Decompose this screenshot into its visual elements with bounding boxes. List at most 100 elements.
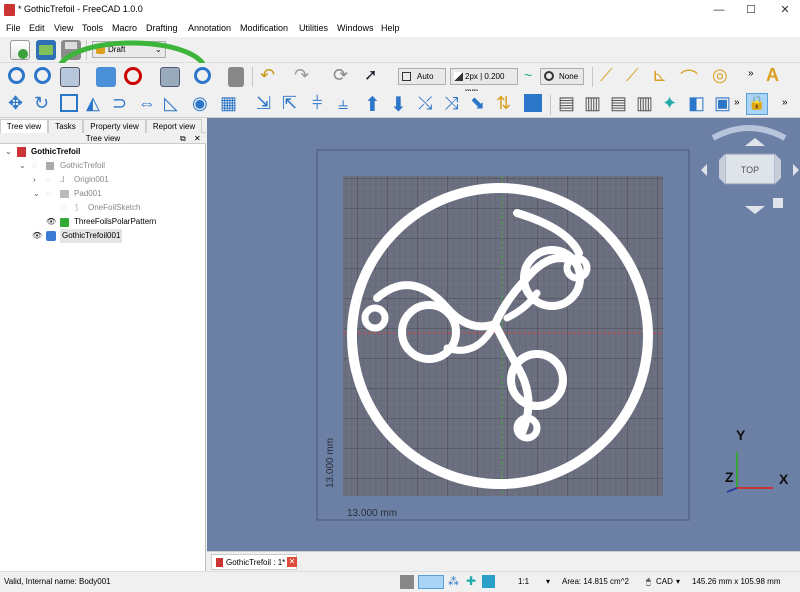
fit-selection-icon[interactable] [34,67,51,84]
scale-selector[interactable]: 1:1 [518,577,529,586]
join-icon[interactable]: ⇲ [256,93,271,114]
menu-file[interactable]: File [6,23,21,33]
fillet-icon[interactable]: ⊾ [652,65,667,86]
text-icon[interactable]: A [766,65,779,86]
tree-item-document[interactable]: ⌄ GothicTrefoil [0,145,206,159]
flip-dimension-icon[interactable]: ⇅ [496,93,511,114]
mirror-icon[interactable]: ◭ [86,93,100,114]
line-width-button[interactable]: 2px | 0.200 mm [450,68,518,96]
select-group-icon[interactable]: ✦ [662,93,677,114]
menu-utilities[interactable]: Utilities [299,23,328,33]
add-icon[interactable]: ✚ [466,574,476,588]
tree-item-sketch[interactable]: ◌ ⟆ OneFoilSketch [0,201,206,215]
upgrade-icon[interactable]: ⫩ [312,93,322,114]
menu-macro[interactable]: Macro [112,23,137,33]
menu-help[interactable]: Help [381,23,400,33]
redo-icon[interactable]: ↷ [294,65,309,86]
new-document-icon[interactable] [10,40,30,60]
more-tools-icon[interactable]: » [748,68,754,79]
tree-item-body[interactable]: ⌄ ◌ GothicTrefoil [0,159,206,173]
tab-tree-view[interactable]: Tree view [0,119,48,133]
document-tab[interactable]: GothicTrefoil : 1* ✕ [211,554,297,570]
more-modification-icon[interactable]: » [734,97,740,108]
wire-to-bspline-icon[interactable]: ⤯ [418,93,432,114]
more-lock-icon[interactable]: » [782,97,788,108]
array-icon[interactable]: ▦ [220,93,237,114]
tree-item-body-selected[interactable]: 👁 GothicTrefoil001 [0,229,206,243]
float-icon[interactable]: ⧉ [180,133,186,144]
zoom-icon[interactable] [194,67,211,84]
arc-icon[interactable]: ⌒ [680,65,698,91]
menu-drafting[interactable]: Drafting [146,23,178,33]
viewport-canvas[interactable]: 13.000 mm 13.000 mm TOP Y Z X [207,118,800,551]
style-button[interactable]: None [540,68,584,85]
hidden-eye-icon[interactable]: ◌ [32,159,37,173]
tree-item-pad[interactable]: ⌄ ◌ Pad001 [0,187,206,201]
rotate-icon[interactable]: ↻ [34,93,49,114]
3d-viewport[interactable]: 13.000 mm 13.000 mm TOP Y Z X [207,118,800,551]
menu-modification[interactable]: Modification [240,23,288,33]
close-button[interactable]: ✕ [772,0,798,20]
draft-to-sketch-icon[interactable]: ⤨ [444,93,458,114]
open-document-icon[interactable] [36,40,56,60]
trimex-icon[interactable]: ◺ [164,93,178,114]
std-views-icon[interactable] [160,67,180,87]
eye-icon[interactable]: 👁 [32,229,42,243]
close-panel-icon[interactable]: ✕ [194,133,201,144]
grid-toggle-icon[interactable] [400,575,414,589]
close-tab-icon[interactable]: ✕ [287,557,297,567]
menu-edit[interactable]: Edit [29,23,45,33]
circle-icon[interactable]: ◎ [712,65,728,86]
menu-tools[interactable]: Tools [82,23,103,33]
measure-icon[interactable] [228,67,244,87]
snap-lock-icon[interactable] [418,575,444,589]
snap-settings-icon[interactable]: ⁂ [448,575,459,588]
visibility-icon[interactable]: ◉ [192,93,208,114]
eye-icon[interactable]: 👁 [46,215,56,229]
layer-manager-icon[interactable]: ▥ [584,93,601,114]
menu-annotation[interactable]: Annotation [188,23,231,33]
view-cube-icon[interactable] [60,67,80,87]
fit-all-icon[interactable] [8,67,25,84]
tab-property-view[interactable]: Property view [83,119,146,133]
workplane-icon[interactable] [482,575,495,588]
tab-tasks[interactable]: Tasks [48,119,83,133]
view-mode-button[interactable]: Auto [398,68,446,85]
minimize-button[interactable]: — [706,0,732,20]
tree-item-origin[interactable]: › ◌ ⅃ Origin001 [0,173,206,187]
collapse-icon[interactable]: › [33,173,36,187]
whats-this-icon[interactable]: ➚ [364,65,377,85]
draw-style-icon[interactable] [124,67,142,85]
annotation-style-icon[interactable]: ~ [524,67,532,83]
arrow-up-icon[interactable]: ⬆ [364,92,381,117]
arrow-down-icon[interactable]: ⬇ [390,92,407,117]
slope-icon[interactable]: ⬊ [470,93,485,114]
hidden-eye-icon[interactable]: ◌ [61,201,66,215]
maximize-button[interactable]: ☐ [738,0,764,20]
hidden-eye-icon[interactable]: ◌ [46,173,51,187]
navigation-cube[interactable]: TOP [701,125,799,214]
split-icon[interactable]: ⇱ [282,93,297,114]
wire-icon[interactable]: ⟋ [626,65,639,86]
move-to-group-icon[interactable]: ▥ [636,93,653,114]
menu-view[interactable]: View [54,23,73,33]
expand-icon[interactable]: ⌄ [5,145,12,159]
add-construction-icon[interactable]: ◧ [688,93,705,114]
layer-icon[interactable]: ▤ [558,93,575,114]
stretch-icon[interactable]: ⇔ [138,93,156,114]
tab-report-view[interactable]: Report view [146,119,202,133]
add-named-group-icon[interactable]: ▤ [610,93,627,114]
tree-item-polar-pattern[interactable]: 👁 ThreeFoilsPolarPattern [0,215,206,229]
offset-icon[interactable]: ⊃ [112,93,127,114]
move-icon[interactable]: ✥ [8,93,23,114]
wp-proxy-icon[interactable]: ▣ [714,93,731,114]
shape-2d-view-icon[interactable] [524,94,542,112]
expand-icon[interactable]: ⌄ [19,159,26,173]
line-icon[interactable]: ⟋ [600,65,613,86]
refresh-icon[interactable]: ⟳ [333,65,348,86]
hidden-eye-icon[interactable]: ◌ [46,187,51,201]
expand-icon[interactable]: ⌄ [33,187,40,201]
menu-windows[interactable]: Windows [337,23,374,33]
downgrade-icon[interactable]: ⫨ [338,93,348,114]
navigation-style[interactable]: CAD [656,577,673,586]
